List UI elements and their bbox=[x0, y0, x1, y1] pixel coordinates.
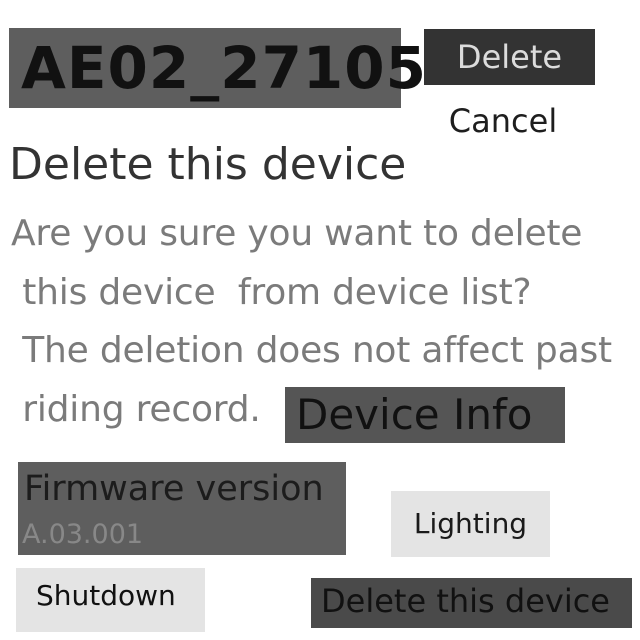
dialog-title: Delete this device bbox=[9, 139, 407, 190]
firmware-version-label: Firmware version bbox=[24, 469, 324, 509]
lighting-button[interactable]: Lighting bbox=[391, 491, 550, 557]
firmware-version-value: A.03.001 bbox=[22, 519, 144, 550]
delete-this-device-button[interactable]: Delete this device bbox=[311, 578, 632, 628]
device-name-title: AE02_27105 bbox=[9, 28, 426, 108]
firmware-version-row: Firmware version A.03.001 bbox=[18, 462, 346, 555]
shutdown-button[interactable]: Shutdown bbox=[16, 568, 205, 632]
delete-button[interactable]: Delete bbox=[424, 29, 595, 85]
device-info-heading: Device Info bbox=[285, 387, 565, 443]
